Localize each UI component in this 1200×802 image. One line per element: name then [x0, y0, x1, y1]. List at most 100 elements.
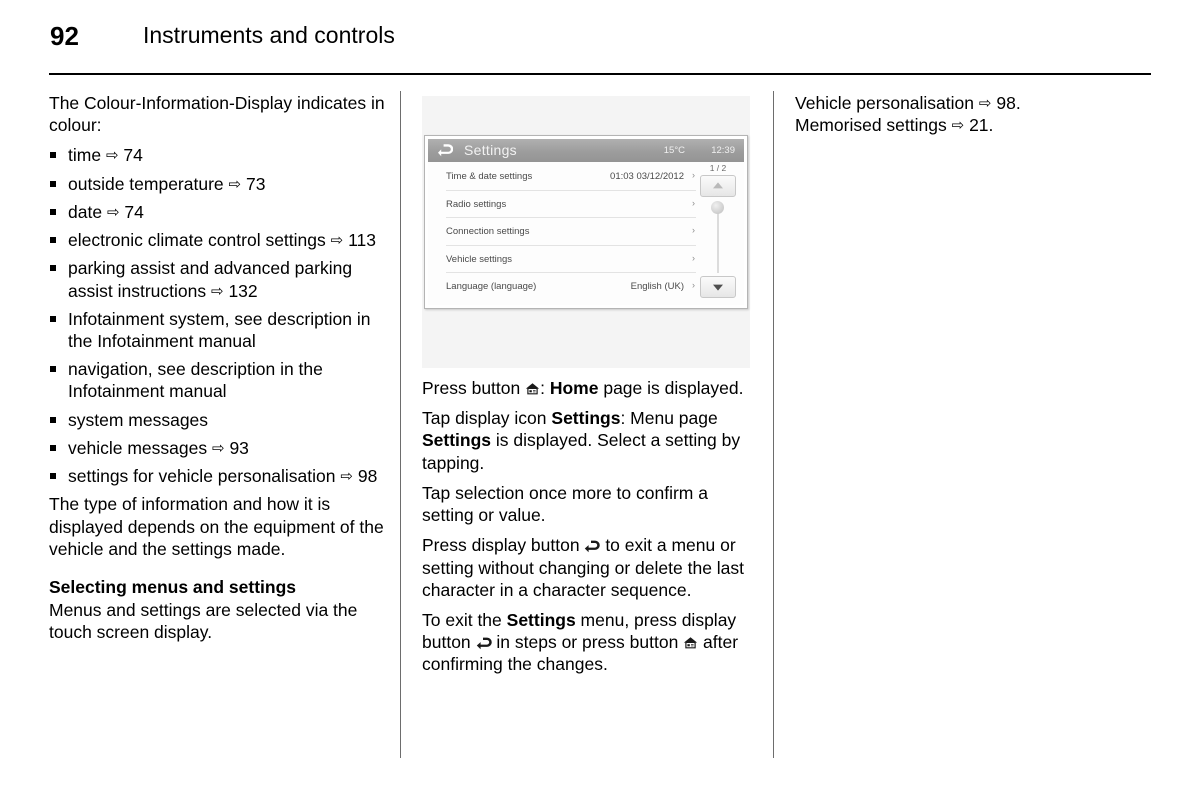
page-reference-arrow-icon: ⇨	[951, 116, 965, 135]
subheading-paragraph: Menus and settings are selected via the …	[49, 600, 358, 643]
intro-paragraph: The Colour-Information-Display indicates…	[49, 93, 385, 136]
settings-menu-row-value: English (UK)	[630, 281, 684, 292]
bullet-square-icon	[50, 237, 56, 244]
instruction-press-home: Press button : Home page is displayed.	[422, 377, 762, 399]
bullet-square-icon	[50, 265, 56, 272]
feature-bullet-item: system messages	[49, 409, 389, 431]
settings-menu-row[interactable]: Connection settings ›	[446, 218, 696, 246]
page-reference-arrow-icon: ⇨	[228, 174, 242, 193]
settings-label-2: Settings	[422, 430, 492, 451]
settings-menu-row[interactable]: Radio settings ›	[446, 191, 696, 218]
reference-line-text: Memorised settings	[795, 115, 947, 136]
bullet-text: date	[68, 201, 103, 222]
scroll-up-button[interactable]	[700, 175, 736, 197]
colon-text: :	[540, 378, 550, 398]
feature-bullet-item: time ⇨ 74	[49, 144, 389, 166]
bullet-text: electronic climate control settings	[68, 230, 326, 251]
column-divider-left	[400, 91, 401, 758]
page-reference-arrow-icon: ⇨	[210, 281, 224, 300]
back-arrow-icon	[584, 540, 601, 553]
feature-bullet-item: date ⇨ 74	[49, 201, 389, 223]
bullet-text: vehicle messages	[68, 437, 208, 458]
page-reference-number: 113	[348, 230, 376, 251]
home-label: Home	[549, 378, 599, 398]
reference-line: Memorised settings ⇨ 21.	[795, 114, 1135, 136]
instruction-tap-settings: Tap display icon Settings: Menu page Set…	[422, 407, 762, 474]
triangle-up-icon	[713, 182, 723, 189]
tap-display-icon-text: Tap display icon	[422, 408, 552, 429]
page-reference-number: 98	[357, 466, 378, 487]
column-divider-right	[773, 91, 774, 758]
settings-label-1: Settings	[551, 408, 621, 429]
feature-bullet-item: parking assist and advanced parking assi…	[49, 257, 389, 301]
page-reference-arrow-icon: ⇨	[211, 438, 225, 457]
feature-bullet-item: settings for vehicle personalisation ⇨ 9…	[49, 465, 389, 487]
bullet-square-icon	[50, 473, 56, 480]
bullet-text: navigation, see description in the Infot…	[68, 359, 323, 402]
in-steps-text: in steps or press button	[491, 632, 684, 653]
chevron-right-icon: ›	[692, 225, 695, 235]
chapter-title: Instruments and controls	[143, 22, 395, 48]
chevron-right-icon: ›	[692, 197, 695, 208]
settings-title-label: Settings	[464, 142, 517, 158]
bullet-text: time	[68, 145, 102, 166]
page-reference-arrow-icon: ⇨	[340, 467, 353, 486]
instruction-confirm: Tap selection once more to confirm a set…	[422, 482, 708, 526]
page-reference-number: 74	[124, 201, 144, 222]
instruction-exit-settings: To exit the Settings menu, press display…	[422, 609, 762, 676]
scroll-down-button[interactable]	[700, 276, 736, 298]
bullet-square-icon	[50, 180, 56, 187]
bullet-square-icon	[50, 152, 56, 159]
right-column: Vehicle personalisation ⇨ 98. Memorised s…	[795, 92, 1135, 136]
settings-menu-row-value: 01:03 03/12/2012	[610, 171, 684, 182]
reference-line-suffix: .	[988, 115, 994, 136]
chevron-right-icon: ›	[692, 280, 695, 290]
back-arrow-icon[interactable]	[437, 143, 454, 158]
bullet-square-icon	[50, 444, 56, 451]
feature-bullet-item: navigation, see description in the Infot…	[49, 358, 389, 402]
settings-menu-row[interactable]: Vehicle settings ›	[446, 246, 696, 273]
feature-bullet-item: vehicle messages ⇨ 93	[49, 437, 389, 459]
page-reference-arrow-icon: ⇨	[978, 94, 992, 112]
header-rule	[49, 73, 1151, 75]
triangle-down-icon	[713, 284, 723, 291]
bullet-square-icon	[50, 208, 56, 215]
reference-line-suffix: .	[1015, 93, 1021, 113]
page-reference-number: 73	[245, 173, 266, 194]
settings-label-3: Settings	[506, 609, 576, 630]
feature-bullet-list: time ⇨ 74 outside temperature ⇨ 73 date ⇨ …	[49, 144, 389, 487]
left-column: The Colour-Information-Display indicates…	[49, 92, 389, 652]
scrollbar-thumb[interactable]	[711, 201, 724, 214]
reference-line: Vehicle personalisation ⇨ 98.	[795, 92, 1135, 114]
settings-menu-row[interactable]: Language (language) English (UK) ›	[446, 273, 696, 300]
feature-bullet-item: outside temperature ⇨ 73	[49, 173, 389, 195]
page-reference-arrow-icon: ⇨	[106, 202, 120, 221]
settings-menu-row-label: Radio settings	[446, 198, 507, 210]
infotainment-screen: Settings 15°C 12:39 Time & date settings…	[428, 139, 744, 305]
page-reference-number: 98	[996, 93, 1016, 113]
settings-menu-row[interactable]: Time & date settings 01:03 03/12/2012 ›	[446, 163, 696, 191]
page-number: 92	[50, 21, 79, 51]
settings-title-bar: Settings 15°C 12:39	[428, 139, 744, 162]
clock-readout: 12:39	[711, 145, 735, 156]
page-reference-number: 21	[969, 115, 989, 136]
bullet-text: outside temperature	[68, 173, 224, 194]
to-exit-text: To exit the	[422, 609, 507, 630]
outside-temperature-readout: 15°C	[663, 145, 685, 156]
settings-menu-row-label: Time & date settings	[446, 171, 533, 182]
page-header: 92 Instruments and controls	[0, 0, 1200, 78]
feature-bullet-item: Infotainment system, see description in …	[49, 308, 389, 352]
closing-paragraph: The type of information and how it is di…	[49, 494, 384, 559]
back-arrow-icon	[476, 637, 492, 650]
menu-page-text: : Menu page	[620, 408, 718, 429]
bullet-square-icon	[50, 366, 56, 373]
press-button-text: Press button	[422, 378, 526, 398]
page-reference-arrow-icon: ⇨	[330, 231, 344, 250]
bullet-square-icon	[50, 315, 56, 322]
page-reference-number: 132	[228, 280, 258, 301]
subheading-selecting-menus: Selecting menus and settings	[49, 576, 296, 597]
settings-menu-row-label: Vehicle settings	[446, 253, 513, 265]
reference-line-text: Vehicle personalisation	[795, 93, 975, 113]
page-displayed-text: page is displayed.	[598, 378, 744, 398]
page-indicator: 1 / 2	[709, 163, 727, 173]
